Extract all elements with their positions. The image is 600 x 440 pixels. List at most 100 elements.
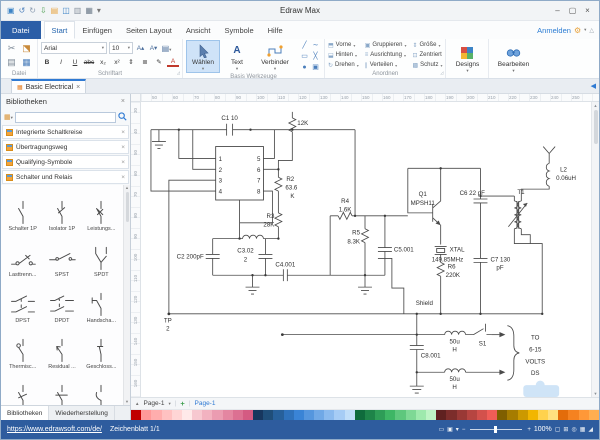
app-logo-icon[interactable]: ▣ (7, 6, 15, 15)
color-swatch-26[interactable] (395, 410, 406, 420)
arrange-zentriert[interactable]: ⊡ Zentriert (412, 52, 442, 59)
color-swatch-21[interactable] (344, 410, 355, 420)
undo-icon[interactable]: ↺ (19, 6, 26, 15)
component-c2[interactable]: C2 200pF (177, 238, 220, 276)
page-nav-caret-icon[interactable]: ▾ (168, 401, 170, 407)
symbol-einschalter[interactable]: Einschalt... (82, 371, 121, 405)
color-swatch-35[interactable] (487, 410, 498, 420)
paste-special-icon[interactable]: ▦ (22, 57, 31, 67)
vertical-scrollbar[interactable]: ▲ ▼ (591, 102, 599, 397)
zoom-out-icon[interactable]: − (462, 427, 466, 433)
resize-grip[interactable]: ◢ (588, 426, 593, 433)
color-swatch-9[interactable] (222, 410, 233, 420)
library-close-icon[interactable]: × (121, 174, 125, 181)
symbol-dpdt[interactable]: DPDT (42, 279, 81, 325)
select-tool-button[interactable]: Wählen ▾ (186, 40, 220, 73)
minimize-button[interactable]: – (550, 2, 565, 20)
tab-seiten-layout[interactable]: Seiten Layout (119, 21, 179, 39)
tab-hilfe[interactable]: Hilfe (261, 21, 290, 39)
symbol-residual[interactable]: Residual ... (42, 325, 81, 371)
color-swatch-31[interactable] (446, 410, 457, 420)
search-input[interactable] (14, 111, 116, 123)
tab-symbole[interactable]: Symbole (217, 21, 260, 39)
component-r2[interactable]: R2 63.6 K (273, 176, 298, 213)
search-icon[interactable] (118, 108, 127, 126)
component-s1[interactable]: S1 (473, 323, 487, 348)
color-swatch-18[interactable] (314, 410, 325, 420)
color-swatch-14[interactable] (273, 410, 284, 420)
reading-view-icon[interactable]: ▾ (456, 427, 459, 433)
grid-view-icon[interactable]: ▦ (580, 427, 586, 433)
color-swatch-29[interactable] (425, 410, 437, 420)
panel-scroll-thumb[interactable] (125, 192, 129, 222)
color-swatch-44[interactable] (578, 410, 589, 420)
page-tab-page-1[interactable]: Page-1 (195, 400, 216, 407)
color-swatch-39[interactable] (527, 410, 538, 420)
cut-icon[interactable]: ✂ (8, 43, 16, 53)
zoom-in-icon[interactable]: + (527, 427, 531, 433)
font-button-8[interactable]: ✎ (153, 56, 165, 68)
library-close-icon[interactable]: × (121, 144, 125, 151)
output-arrows[interactable] (491, 332, 506, 375)
color-swatch-38[interactable] (517, 410, 528, 420)
canvas-scroll-thumb[interactable] (593, 110, 598, 144)
component-l5-coil[interactable]: 50u H (444, 368, 466, 391)
add-page-button[interactable]: + (180, 399, 184, 408)
component-r1-12k[interactable]: 12K (277, 111, 309, 178)
component-c7[interactable]: C7 130 pF (473, 202, 511, 314)
component-q1[interactable]: Q1 MPSH11 (411, 168, 442, 245)
normal-view-icon[interactable]: ▭ (438, 427, 444, 433)
shape-tool-3[interactable]: ╳ (313, 53, 317, 60)
symbol-isolator-1p[interactable]: Isolator 1P (42, 187, 81, 233)
component-c4[interactable]: C4.001 (275, 261, 296, 282)
scroll-down-icon[interactable]: ▼ (125, 399, 129, 405)
symbol-leistungsschalter[interactable]: Leistungs... (82, 187, 121, 233)
magnifier-icon[interactable]: ◎ (571, 427, 576, 433)
color-swatch-2[interactable] (151, 410, 162, 420)
color-swatch-41[interactable] (548, 410, 559, 420)
fit-page-icon[interactable]: ▢ (555, 427, 561, 433)
arrange-groesse[interactable]: ⇕ Größe ▾ (412, 42, 442, 49)
font-button-3[interactable]: abc (83, 56, 95, 68)
color-swatch-25[interactable] (385, 410, 396, 420)
symbol-schalter-1p[interactable]: Schalter 1P (3, 187, 42, 233)
arrange-drehen[interactable]: ↻ Drehen ▾ (328, 62, 359, 69)
color-swatch-34[interactable] (476, 410, 488, 420)
color-swatch-7[interactable] (202, 410, 213, 420)
edrawsoft-link[interactable]: https://www.edrawsoft.com/de/ (7, 426, 102, 433)
shield-outline[interactable]: Shield (377, 257, 434, 314)
color-swatch-15[interactable] (283, 410, 294, 420)
font-button-1[interactable]: I (55, 56, 67, 68)
component-c1[interactable]: C1 10 (221, 115, 238, 136)
library-item-3[interactable]: Schalter und Relais × (2, 170, 129, 184)
tab-einfügen[interactable]: Einfügen (75, 21, 119, 39)
increase-font-icon[interactable]: A▴ (135, 44, 146, 52)
import-icon[interactable]: ⇩ (40, 6, 47, 15)
connector-tool-button[interactable]: Verbinder ▾ (254, 40, 296, 73)
library-item-1[interactable]: Übertragungsweg × (2, 140, 129, 154)
color-swatch-42[interactable] (558, 410, 569, 420)
library-item-2[interactable]: Qualifying-Symbole × (2, 155, 129, 169)
component-t1[interactable]: T1 (508, 186, 550, 314)
color-swatch-1[interactable] (141, 410, 152, 420)
color-swatch-23[interactable] (364, 410, 376, 420)
symbol-spdt[interactable]: SPDT (82, 233, 121, 279)
color-swatch-16[interactable] (293, 410, 304, 420)
gear-caret-icon[interactable]: ▾ (584, 27, 586, 33)
scroll-up-icon[interactable]: ▲ (125, 185, 129, 191)
arrange-hinten[interactable]: ⬓ Hinten ▾ (328, 52, 359, 59)
component-r6[interactable]: R6 220K (436, 261, 461, 314)
font-button-2[interactable]: U (69, 56, 81, 68)
font-button-5[interactable]: x² (111, 56, 123, 68)
color-swatch-36[interactable] (497, 410, 508, 420)
font-button-4[interactable]: x₂ (97, 56, 109, 68)
print-icon[interactable]: ▥ (74, 6, 82, 15)
sign-in-link[interactable]: Anmelden (537, 26, 571, 35)
page-view-icon[interactable]: ▣ (447, 427, 453, 433)
color-swatch-10[interactable] (232, 410, 243, 420)
decrease-font-icon[interactable]: A▾ (148, 44, 159, 52)
gear-icon[interactable]: ⚙ (574, 26, 581, 35)
symbol-lasttrennschalter[interactable]: Lasttrenn... (3, 233, 42, 279)
font-family-select[interactable]: Arial ▾ (41, 42, 107, 54)
maximize-button[interactable]: ▢ (565, 2, 580, 20)
